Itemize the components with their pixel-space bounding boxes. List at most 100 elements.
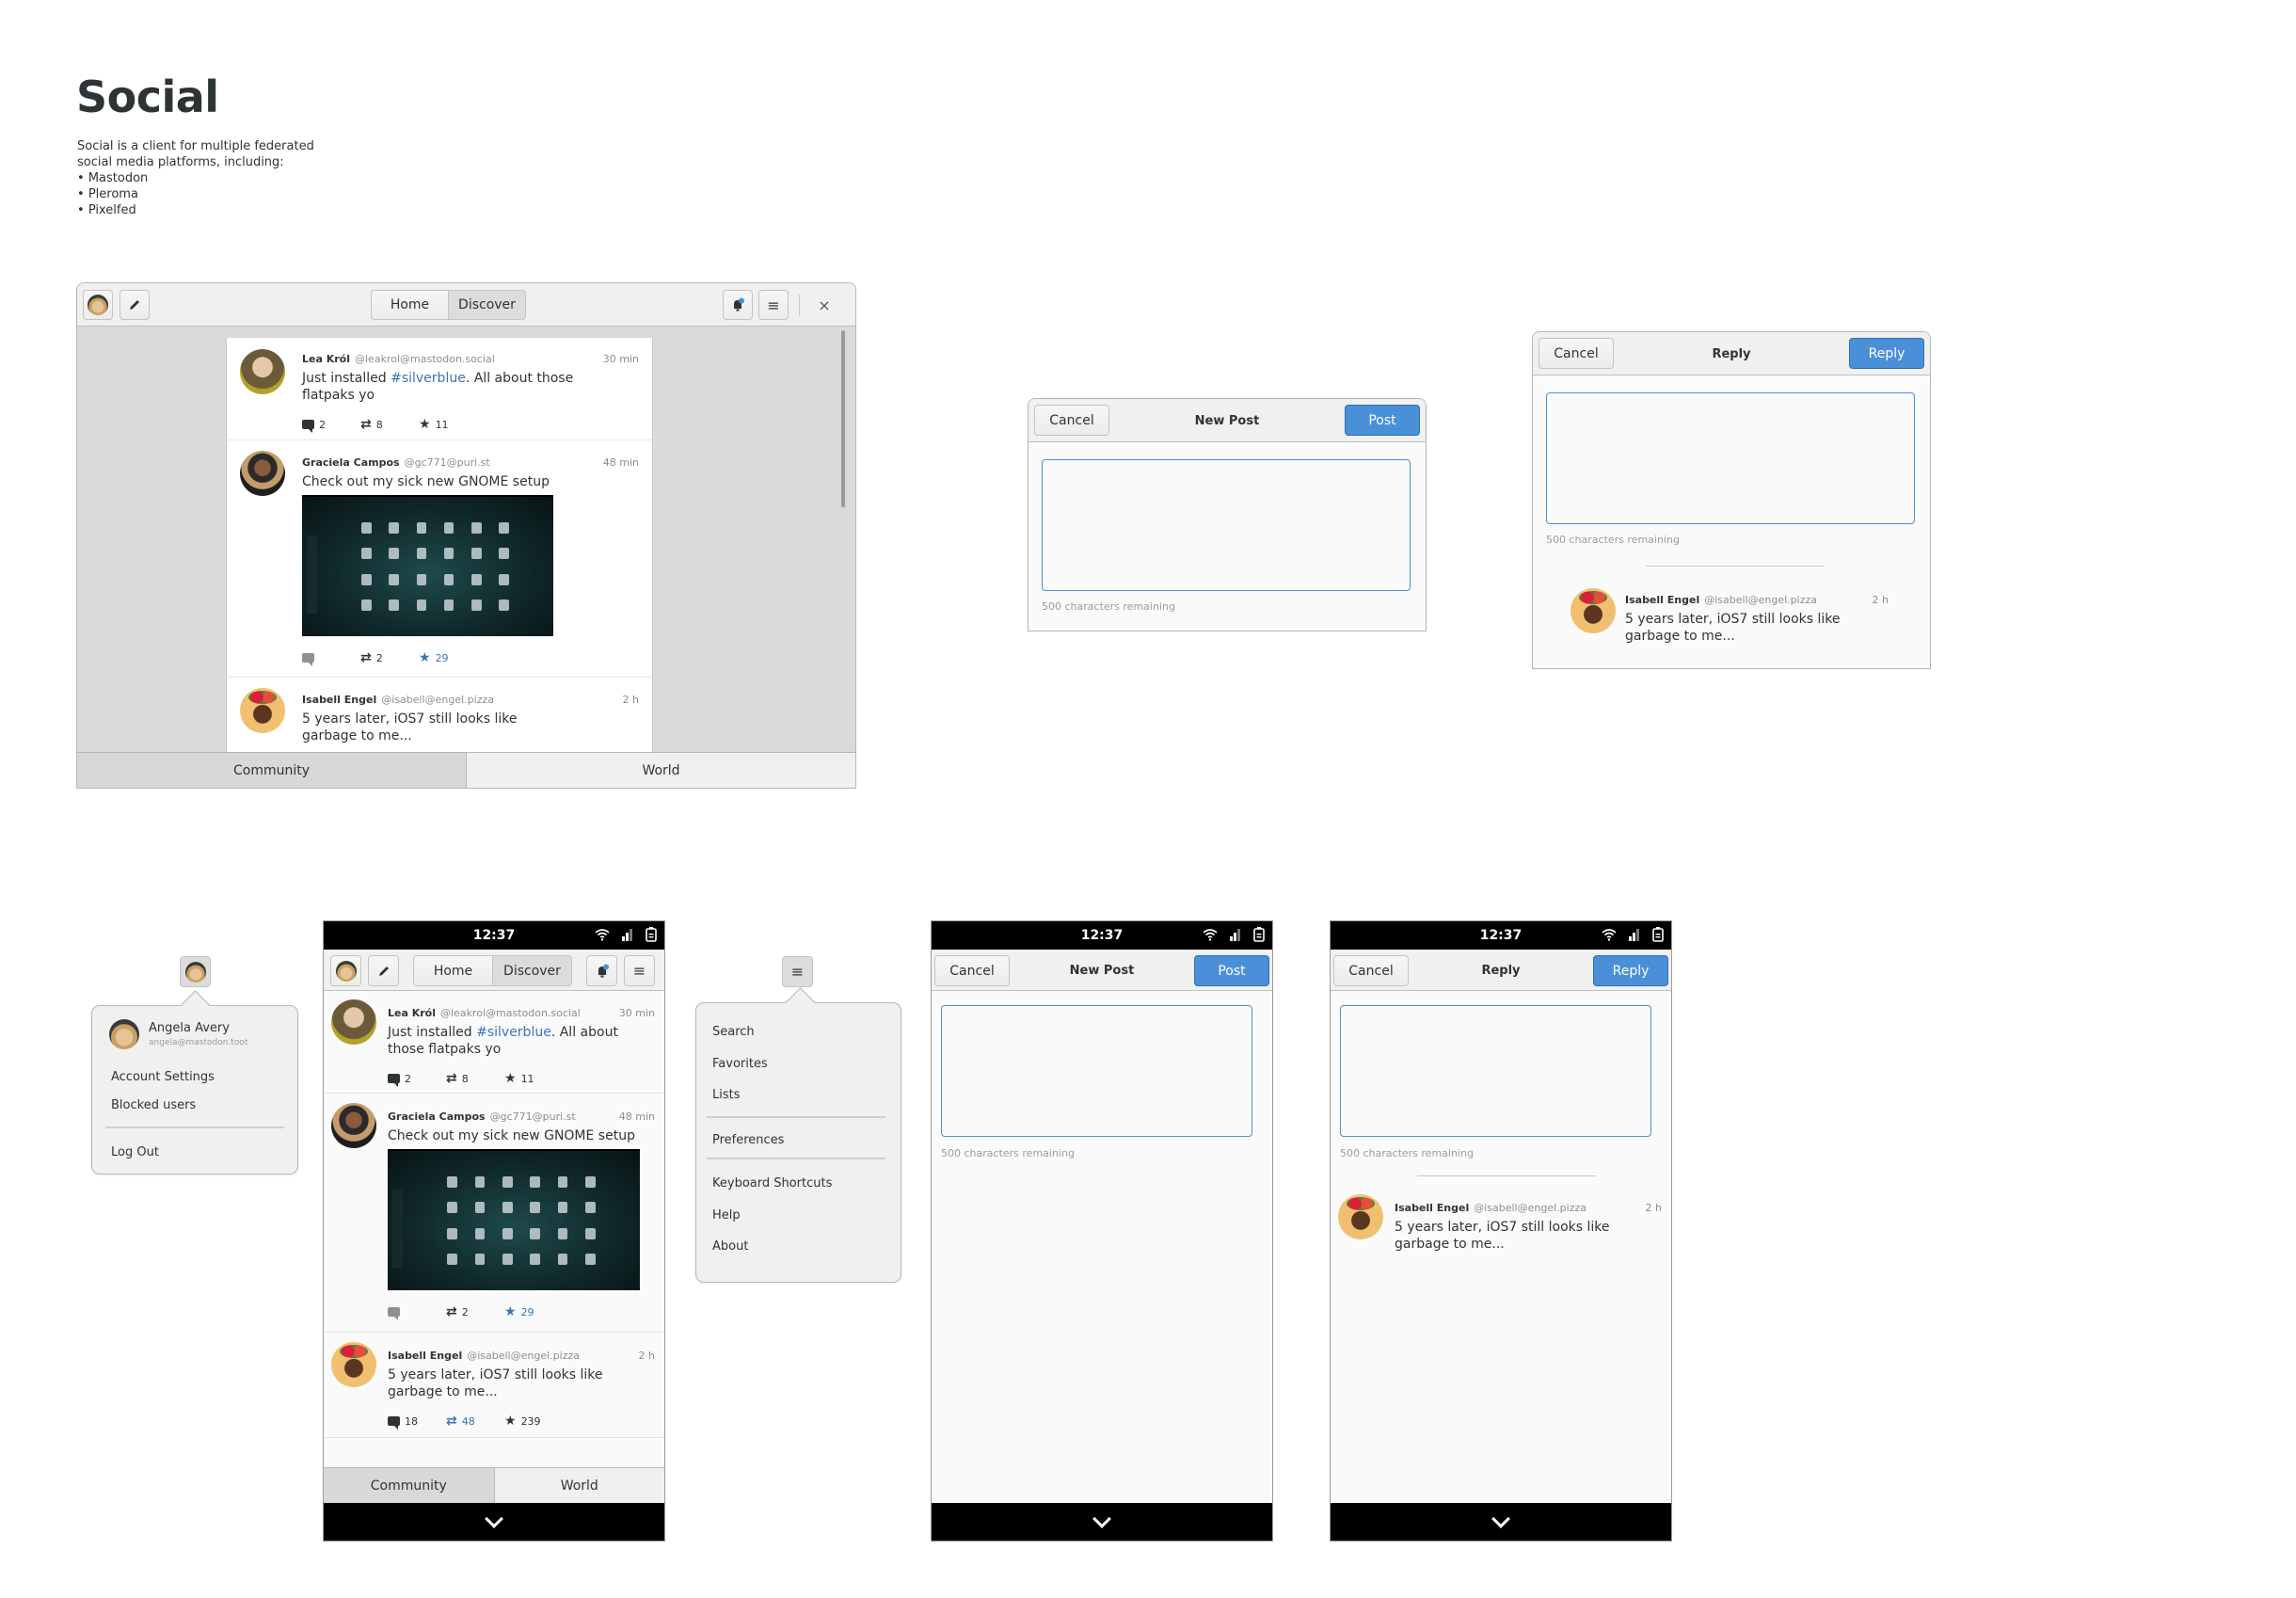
- favorite-button[interactable]: ★ 11: [504, 1071, 563, 1086]
- boost-icon: ⇄: [360, 650, 372, 665]
- tab-home[interactable]: Home: [371, 290, 449, 320]
- battery-icon: [1652, 927, 1664, 942]
- header-bar: Home Discover ≡: [324, 950, 664, 991]
- post-button[interactable]: Post: [1345, 405, 1420, 436]
- reply-text-input[interactable]: [1340, 1005, 1651, 1137]
- status-bar: 12:37: [932, 921, 1272, 950]
- post-item[interactable]: Lea Król @leakrol@mastodon.social 30 min …: [324, 992, 664, 1094]
- post-item[interactable]: Lea Król @leakrol@mastodon.social 30 min …: [227, 338, 652, 440]
- header-bar: Home Discover ≡ ×: [77, 283, 855, 327]
- boost-button[interactable]: ⇄ 2: [360, 650, 419, 665]
- post-author[interactable]: Isabell Engel @isabell@engel.pizza: [388, 1350, 580, 1362]
- post-button[interactable]: Post: [1194, 955, 1269, 986]
- reply-button[interactable]: [388, 1307, 446, 1320]
- post-avatar[interactable]: [240, 349, 285, 394]
- chevron-down-icon[interactable]: [1092, 1510, 1111, 1528]
- tab-home[interactable]: Home: [413, 955, 493, 986]
- post-avatar[interactable]: [331, 1342, 376, 1387]
- post-avatar[interactable]: [331, 999, 376, 1045]
- notifications-button[interactable]: [723, 290, 753, 320]
- post-avatar[interactable]: [240, 688, 285, 733]
- scrollbar[interactable]: [841, 330, 845, 507]
- hashtag-link[interactable]: #silverblue: [476, 1025, 551, 1040]
- close-button[interactable]: ×: [809, 290, 839, 320]
- favorite-button[interactable]: ★ 29: [419, 650, 477, 665]
- post-author[interactable]: Lea Król @leakrol@mastodon.social: [302, 353, 495, 365]
- menu-item-log-out[interactable]: Log Out: [111, 1145, 159, 1159]
- tab-discover[interactable]: Discover: [448, 290, 526, 320]
- chevron-down-icon[interactable]: [485, 1510, 503, 1528]
- tab-world[interactable]: World: [494, 1468, 664, 1503]
- battery-icon: [646, 927, 657, 942]
- compose-button[interactable]: [368, 955, 399, 986]
- post-text-input[interactable]: [1042, 459, 1411, 591]
- chevron-down-icon[interactable]: [1491, 1510, 1510, 1528]
- menu-item-about[interactable]: About: [712, 1239, 748, 1254]
- reply-button[interactable]: Reply: [1849, 338, 1924, 369]
- tab-community[interactable]: Community: [77, 753, 467, 788]
- cancel-button[interactable]: Cancel: [1333, 955, 1409, 986]
- hashtag-link[interactable]: #silverblue: [391, 371, 466, 386]
- account-avatar: [184, 961, 206, 983]
- reply-button[interactable]: 2: [388, 1073, 446, 1087]
- tab-community[interactable]: Community: [324, 1468, 495, 1503]
- menu-item-blocked-users[interactable]: Blocked users: [111, 1098, 196, 1112]
- account-button[interactable]: [180, 956, 211, 987]
- post-avatar[interactable]: [240, 451, 285, 496]
- menu-item-search[interactable]: Search: [712, 1025, 755, 1039]
- divider: [1646, 566, 1825, 567]
- tab-discover[interactable]: Discover: [492, 955, 572, 986]
- boost-button[interactable]: ⇄ 2: [446, 1304, 504, 1319]
- account-button[interactable]: [330, 955, 361, 986]
- post-item[interactable]: Isabell Engel @isabell@engel.pizza 2 h 5 …: [324, 1334, 664, 1438]
- platform-item: Mastodon: [77, 170, 341, 186]
- post-image[interactable]: [388, 1149, 640, 1290]
- image-app-grid: [358, 518, 514, 615]
- tab-world[interactable]: World: [467, 753, 855, 788]
- post-text: Check out my sick new GNOME setup: [302, 474, 550, 489]
- boost-button[interactable]: ⇄ 8: [360, 417, 419, 432]
- post-author[interactable]: Isabell Engel @isabell@engel.pizza: [302, 694, 494, 706]
- favorite-button[interactable]: ★ 11: [419, 417, 477, 432]
- reply-button[interactable]: 18: [388, 1415, 446, 1430]
- reply-button[interactable]: Reply: [1593, 955, 1668, 986]
- menu-item-account-settings[interactable]: Account Settings: [111, 1070, 215, 1084]
- post-text: 5 years later, iOS7 still looks like gar…: [1625, 612, 1841, 644]
- star-icon: ★: [504, 1414, 517, 1429]
- main-menu-button[interactable]: ≡: [758, 290, 789, 320]
- post-image[interactable]: [302, 495, 553, 636]
- account-button[interactable]: [83, 290, 113, 320]
- menu-item-preferences[interactable]: Preferences: [712, 1133, 784, 1147]
- reply-button[interactable]: [302, 653, 360, 666]
- menu-item-help[interactable]: Help: [712, 1208, 741, 1222]
- post-author[interactable]: Graciela Campos @gc771@puri.st: [388, 1111, 576, 1123]
- reply-button[interactable]: 2: [302, 419, 360, 433]
- post-text-input[interactable]: [941, 1005, 1252, 1137]
- notifications-button[interactable]: [586, 955, 617, 986]
- post-item[interactable]: Graciela Campos @gc771@puri.st 48 min Che…: [227, 441, 652, 678]
- boost-icon: ⇄: [360, 417, 372, 432]
- cancel-button[interactable]: Cancel: [1539, 338, 1614, 369]
- post-avatar[interactable]: [331, 1103, 376, 1148]
- post-item[interactable]: Isabell Engel @isabell@engel.pizza 2 h 5 …: [227, 679, 652, 754]
- cancel-button[interactable]: Cancel: [1034, 405, 1109, 436]
- menu-item-lists[interactable]: Lists: [712, 1088, 741, 1102]
- boost-button[interactable]: ⇄ 48: [446, 1414, 504, 1429]
- reply-text-input[interactable]: [1546, 392, 1915, 524]
- user-name: Angela Avery: [149, 1021, 230, 1035]
- cancel-button[interactable]: Cancel: [934, 955, 1010, 986]
- menu-item-keyboard-shortcuts[interactable]: Keyboard Shortcuts: [712, 1176, 832, 1191]
- menu-item-favorites[interactable]: Favorites: [712, 1057, 768, 1071]
- main-menu-button[interactable]: ≡: [624, 955, 655, 986]
- menu-separator: [105, 1127, 284, 1128]
- favorite-button[interactable]: ★ 29: [504, 1304, 563, 1319]
- boost-button[interactable]: ⇄ 8: [446, 1071, 504, 1086]
- main-menu-button[interactable]: ≡: [782, 956, 813, 987]
- compose-button[interactable]: [120, 290, 150, 320]
- timeline: Lea Król @leakrol@mastodon.social 30 min …: [226, 338, 653, 754]
- favorite-button[interactable]: ★ 239: [504, 1414, 563, 1429]
- post-item[interactable]: Graciela Campos @gc771@puri.st 48 min Che…: [324, 1095, 664, 1333]
- intro-text: Social is a client for multiple federate…: [77, 138, 341, 218]
- post-author[interactable]: Lea Król @leakrol@mastodon.social: [388, 1007, 581, 1019]
- post-author[interactable]: Graciela Campos @gc771@puri.st: [302, 456, 490, 469]
